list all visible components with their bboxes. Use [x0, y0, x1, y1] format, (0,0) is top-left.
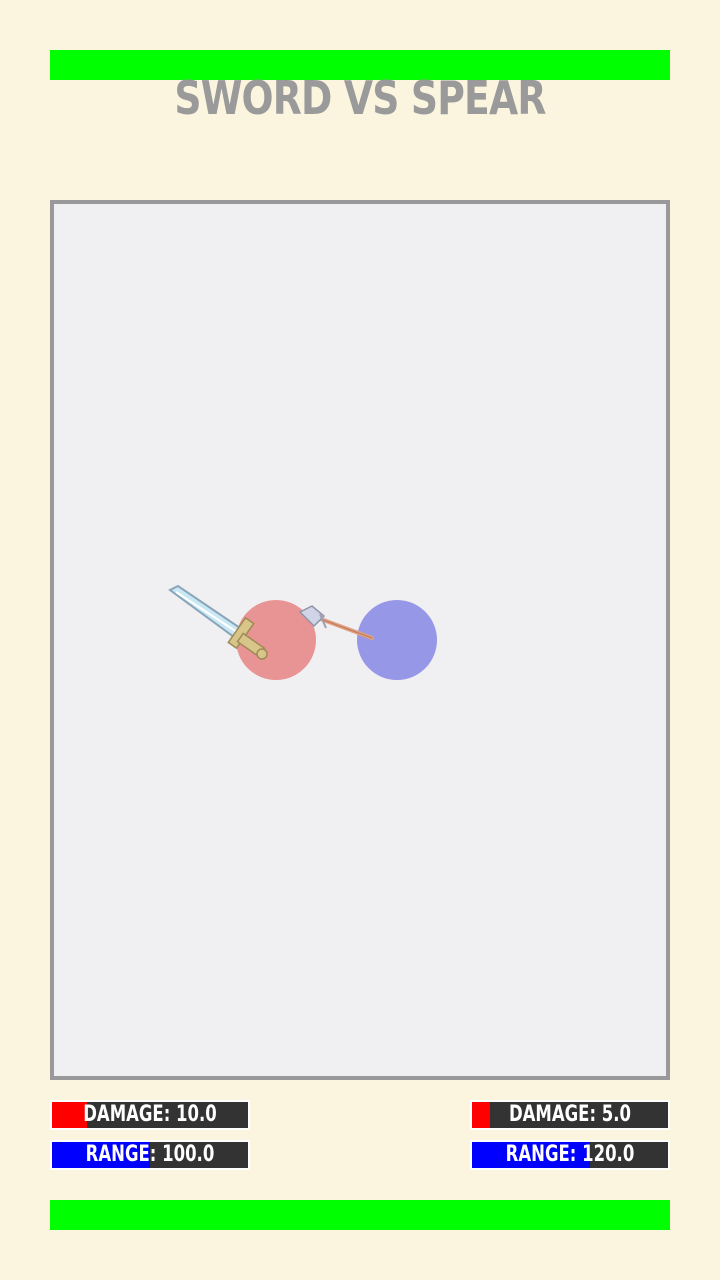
game-screen: SWORD VS SPEAR DAMAGE: 10.0 RANGE: 100.0… [0, 0, 720, 1280]
player1-damage-stat: DAMAGE: 10.0 [50, 1100, 250, 1130]
player2-damage-label: DAMAGE: 5.0 [508, 1102, 632, 1127]
player1-damage-label: DAMAGE: 10.0 [83, 1102, 217, 1127]
player2-damage-stat: DAMAGE: 5.0 [470, 1100, 670, 1130]
player2-range-label: RANGE: 120.0 [505, 1142, 635, 1167]
spear-fighter [357, 600, 437, 680]
player2-range-stat: RANGE: 120.0 [470, 1140, 670, 1170]
player2-damage-fill [472, 1102, 490, 1128]
sword-fighter [236, 600, 316, 680]
game-title: SWORD VS SPEAR [174, 71, 546, 125]
player1-range-stat: RANGE: 100.0 [50, 1140, 250, 1170]
player1-range-label: RANGE: 100.0 [85, 1142, 215, 1167]
bottom-health-bar [50, 1200, 670, 1230]
